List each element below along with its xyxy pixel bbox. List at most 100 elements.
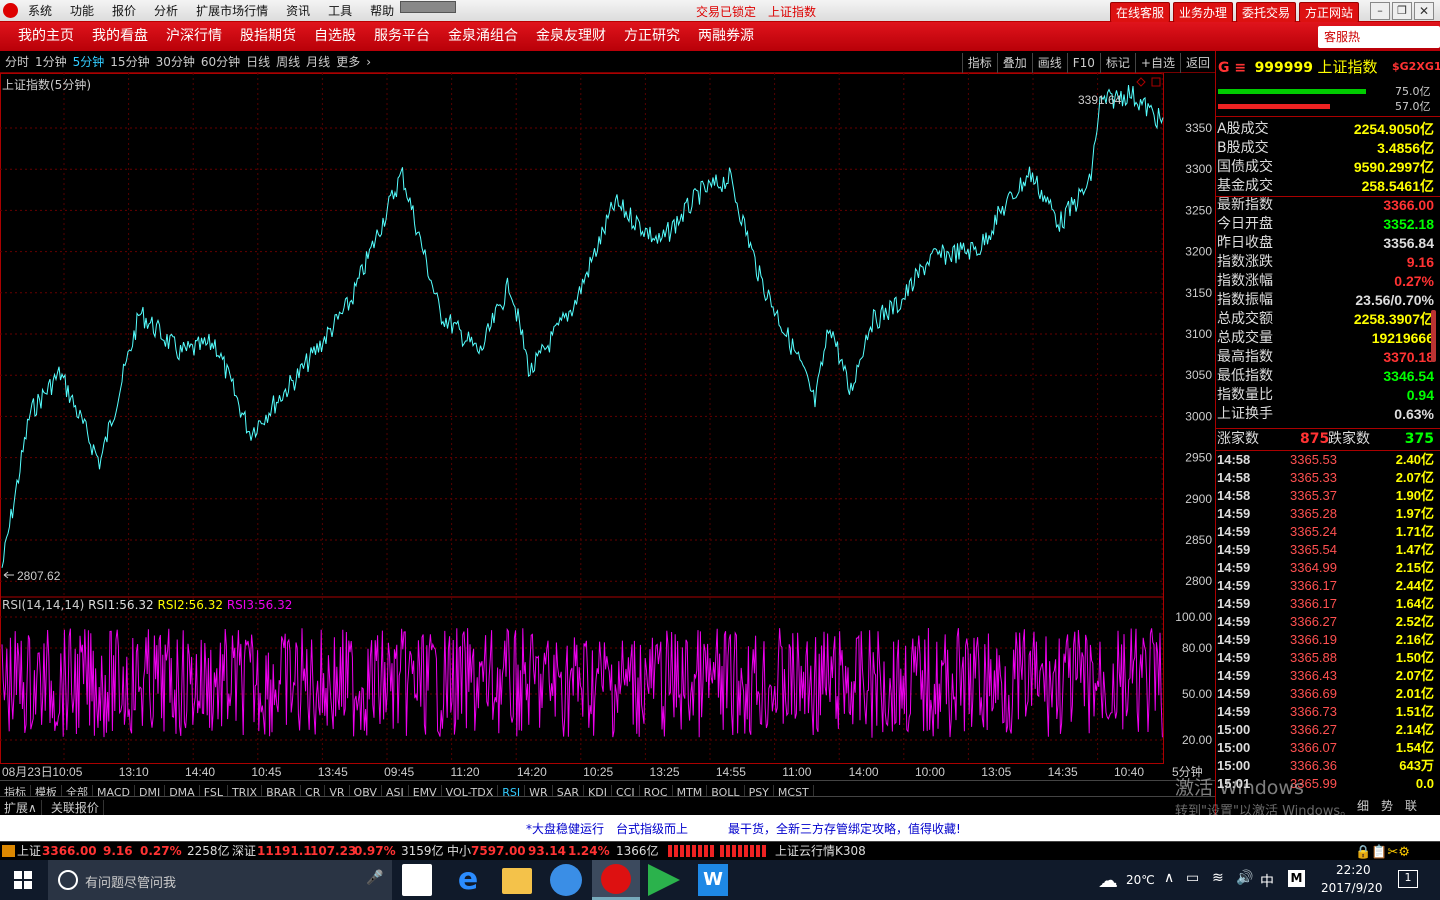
toolbar-button-5[interactable]: +自选 xyxy=(1134,53,1180,73)
zx-pct: 1.24% xyxy=(568,844,610,858)
chart-title: 上证指数(5分钟) xyxy=(2,78,91,92)
microphone-icon[interactable]: 🎤 xyxy=(366,870,383,886)
panel-tab-0[interactable]: 细 xyxy=(1357,797,1371,814)
ie-browser-icon[interactable] xyxy=(550,864,582,896)
tick-time: 14:59 xyxy=(1217,686,1251,701)
panel-tab-1[interactable]: 势 xyxy=(1381,797,1395,814)
period-tab-4[interactable]: 30分钟 xyxy=(156,52,195,73)
edge-icon[interactable]: e xyxy=(452,864,484,896)
rsi1-label: RSI1: xyxy=(88,598,120,612)
weather-icon[interactable]: ☁ xyxy=(1098,868,1118,892)
nav-item-5[interactable]: 服务平台 xyxy=(368,22,442,51)
stat-label: 昨日收盘 xyxy=(1217,235,1273,251)
menu-item-4[interactable]: 扩展市场行情 xyxy=(196,0,268,22)
windows-start-icon[interactable] xyxy=(14,871,32,889)
tick-amount: 2.16亿 xyxy=(1395,632,1434,647)
wps-icon[interactable]: W xyxy=(698,864,728,896)
menu-item-7[interactable]: 帮助 xyxy=(370,0,394,22)
toolbar-button-3[interactable]: F10 xyxy=(1066,53,1100,73)
menu-item-2[interactable]: 报价 xyxy=(112,0,136,22)
stat-label: A股成交 xyxy=(1217,121,1269,137)
title-button-2[interactable]: 委托交易 xyxy=(1236,2,1297,23)
nav-item-8[interactable]: 方正研究 xyxy=(618,22,692,51)
tick-row: 14:59 3365.24 1.71亿 xyxy=(1217,523,1438,541)
founder-app-task[interactable] xyxy=(592,860,640,900)
toolbar-button-2[interactable]: 画线 xyxy=(1031,53,1067,73)
tick-time: 14:58 xyxy=(1217,488,1251,503)
cortana-search[interactable]: 有问题尽管问我 🎤 xyxy=(48,860,392,900)
menu-item-0[interactable]: 系统 xyxy=(28,0,52,22)
volume-icon[interactable]: 🔊 xyxy=(1236,870,1253,886)
title-button-3[interactable]: 方正网站 xyxy=(1299,2,1360,23)
battery-icon[interactable]: ▭ xyxy=(1186,870,1199,886)
toolbar-button-0[interactable]: 指标 xyxy=(961,53,997,73)
menu-item-5[interactable]: 资讯 xyxy=(286,0,310,22)
toolbar-button-6[interactable]: 返回 xyxy=(1179,53,1215,73)
restore-icon[interactable]: ❐ xyxy=(1392,2,1412,20)
nav-item-4[interactable]: 自选股 xyxy=(308,22,368,51)
panel-scrollbar[interactable] xyxy=(1431,310,1436,362)
zx-label: 中小 xyxy=(447,844,472,858)
period-tab-5[interactable]: 60分钟 xyxy=(201,52,240,73)
ime-mode-icon[interactable]: M xyxy=(1288,870,1305,887)
nav-item-2[interactable]: 沪深行情 xyxy=(160,22,234,51)
drag-handle[interactable] xyxy=(400,1,456,13)
period-tab-2[interactable]: 5分钟 xyxy=(73,52,105,73)
stat-row: 最新指数 3366.00 xyxy=(1217,196,1438,215)
period-tab-3[interactable]: 15分钟 xyxy=(110,52,149,73)
period-bar: 分时 1分钟 5分钟 15分钟 30分钟 60分钟 日线 周线 月线 更多 › 指标 叠加 画线 F10 标… xyxy=(0,51,1215,73)
close-icon[interactable]: ✕ xyxy=(1414,2,1434,20)
nav-item-9[interactable]: 两融券源 xyxy=(692,22,766,51)
menu-g-icon[interactable]: G ≡ xyxy=(1218,60,1246,76)
rsi-tick-label: 50.00 xyxy=(1182,687,1212,701)
period-tab-1[interactable]: 1分钟 xyxy=(35,52,67,73)
tray-up-icon[interactable]: ∧ xyxy=(1164,870,1174,886)
stat-label: 指数量比 xyxy=(1217,387,1273,403)
nav-item-7[interactable]: 金泉友理财 xyxy=(530,22,618,51)
title-button-0[interactable]: 在线客服 xyxy=(1110,2,1171,23)
tick-time: 14:59 xyxy=(1217,632,1251,647)
ime-indicator[interactable]: 中 xyxy=(1260,871,1274,891)
clock-date[interactable]: 2017/9/20 xyxy=(1321,881,1383,895)
tick-row: 14:59 3366.27 2.52亿 xyxy=(1217,613,1438,631)
main-chart[interactable]: 3350 3300 3250 3200 3150 3100 3050 3000 2950 2900… xyxy=(0,73,1216,778)
ticker-text-1[interactable]: *大盘稳健运行 台式指级而上 xyxy=(526,820,688,837)
menu-item-3[interactable]: 分析 xyxy=(154,0,178,22)
chevron-right-icon[interactable]: › xyxy=(366,52,371,73)
period-tab-9[interactable]: 更多 xyxy=(336,52,360,73)
ticker-text-2[interactable]: 最干货，全新三方存管绑定攻略，值得收藏! xyxy=(728,820,961,837)
period-tab-0[interactable]: 分时 xyxy=(5,52,29,73)
period-tab-8[interactable]: 月线 xyxy=(306,52,330,73)
news-ticker[interactable]: *大盘稳健运行 台式指级而上 最干货，全新三方存管绑定攻略，值得收藏! xyxy=(0,815,1440,841)
period-tab-7[interactable]: 周线 xyxy=(276,52,300,73)
indicator-bar: 指标 模板 全部 MACD DMI DMA FSL TRIX BRAR CR VR OBV ASI EMV… xyxy=(0,780,1215,800)
menu-item-1[interactable]: 功能 xyxy=(70,0,94,22)
nav-item-3[interactable]: 股指期货 xyxy=(234,22,308,51)
file-explorer-icon[interactable] xyxy=(502,868,532,894)
nav-item-0[interactable]: 我的主页 xyxy=(12,22,86,51)
search-placeholder: 有问题尽管问我 xyxy=(85,876,177,891)
stat-label: 指数振幅 xyxy=(1217,292,1273,308)
store-icon[interactable] xyxy=(402,864,432,896)
sz-pct: 0.97% xyxy=(354,844,396,858)
clock-time[interactable]: 22:20 xyxy=(1336,863,1371,877)
menu-item-6[interactable]: 工具 xyxy=(328,0,352,22)
sh-amount: 2258亿 xyxy=(187,844,230,858)
stat-value: 9.16 xyxy=(1406,254,1434,270)
toolbar-button-4[interactable]: 标记 xyxy=(1099,53,1135,73)
cloud-quote-label[interactable]: 上证云行情K308 xyxy=(775,842,866,860)
tick-amount: 643万 xyxy=(1399,758,1434,773)
nav-item-1[interactable]: 我的看盘 xyxy=(86,22,160,51)
tick-time: 14:59 xyxy=(1217,596,1251,611)
minimize-icon[interactable]: – xyxy=(1370,2,1390,20)
nav-item-6[interactable]: 金泉涌组合 xyxy=(442,22,530,51)
high-marker: 3391.64 xyxy=(1078,93,1122,107)
stat-row: 国债成交 9590.2997亿 xyxy=(1217,158,1438,177)
period-tab-6[interactable]: 日线 xyxy=(246,52,270,73)
tick-amount: 2.01亿 xyxy=(1395,686,1434,701)
toolbar-button-1[interactable]: 叠加 xyxy=(996,53,1032,73)
wifi-icon[interactable]: ≋ xyxy=(1212,870,1224,886)
title-button-1[interactable]: 业务办理 xyxy=(1173,2,1234,23)
panel-tab-2[interactable]: 联 xyxy=(1405,797,1419,814)
notification-icon[interactable]: 1 xyxy=(1398,870,1418,888)
